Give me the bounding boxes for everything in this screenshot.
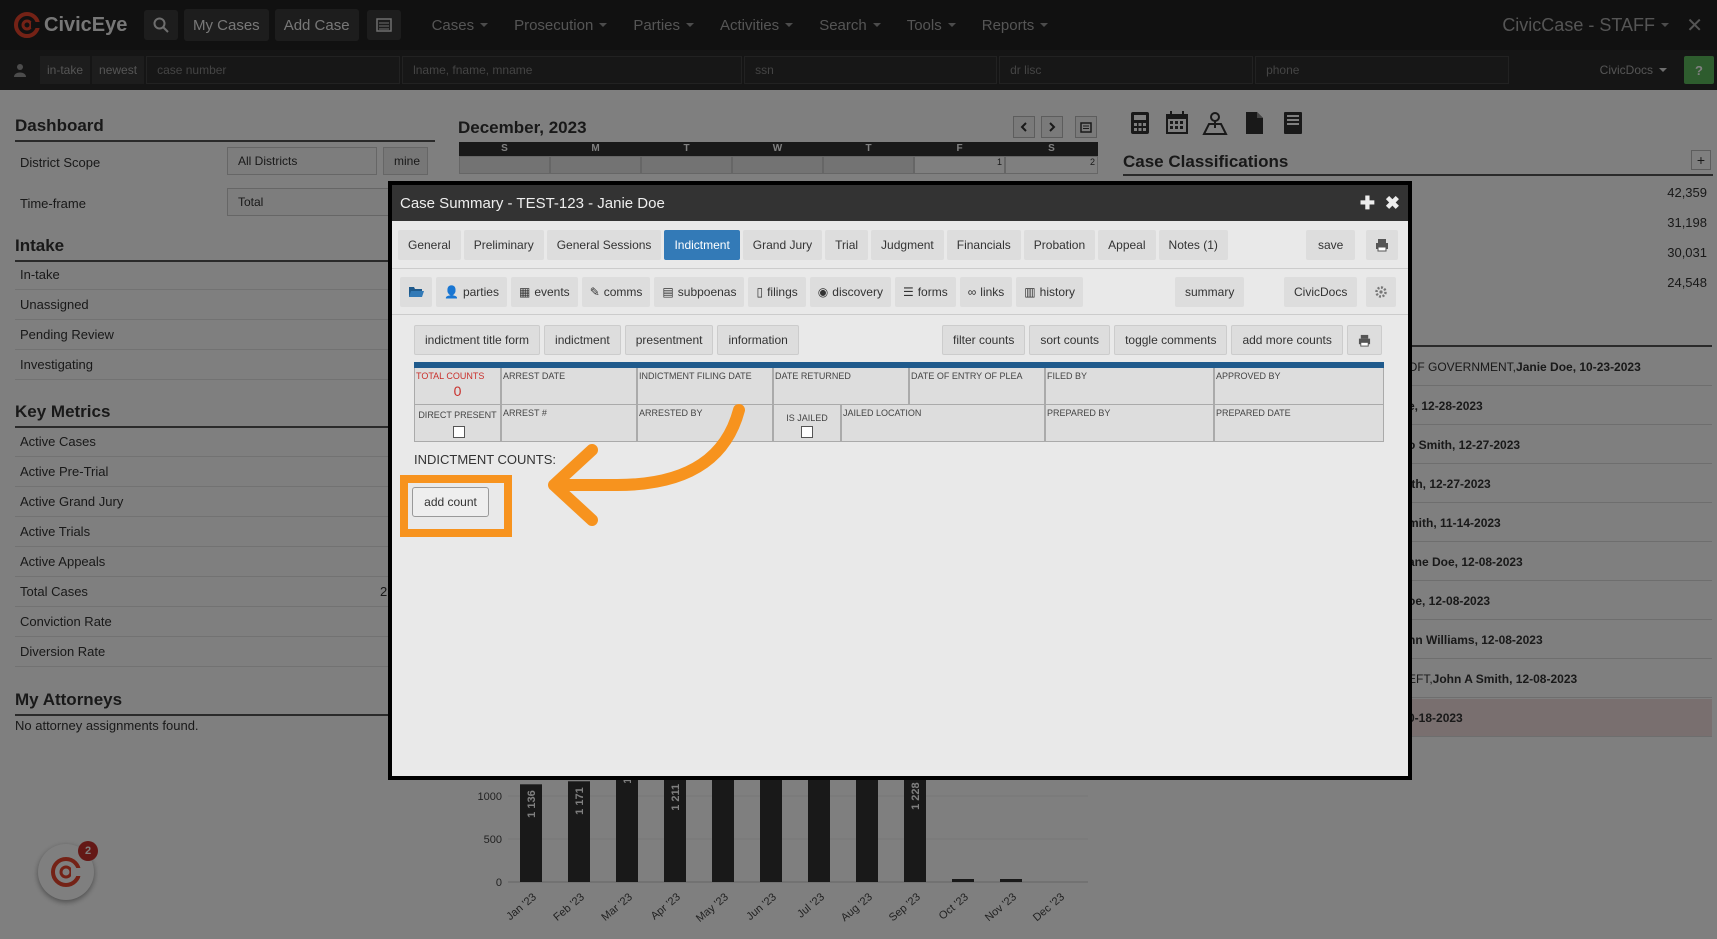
indictment-title-form-button[interactable]: indictment title form	[414, 325, 541, 355]
sort-counts-button[interactable]: sort counts	[1029, 325, 1111, 355]
add-more-counts-button[interactable]: add more counts	[1231, 325, 1343, 355]
total-counts-value: 0	[453, 383, 462, 399]
indictment-counts-label: INDICTMENT COUNTS:	[414, 452, 557, 467]
add-count-button[interactable]: add count	[412, 487, 489, 517]
indictment-button[interactable]: indictment	[544, 325, 621, 355]
subtab-links[interactable]: ∞ links	[959, 276, 1013, 307]
prepared-by-field[interactable]: PREPARED BY	[1045, 405, 1214, 442]
user-icon: 👤	[444, 284, 459, 299]
tab-preliminary[interactable]: Preliminary	[463, 229, 544, 260]
subtab-label: events	[534, 284, 570, 299]
expand-icon[interactable]: ✚	[1360, 193, 1375, 214]
gear-icon	[1375, 286, 1387, 298]
is-jailed-label: IS JAILED	[786, 413, 828, 423]
book-icon: ▥	[1024, 284, 1036, 299]
print-icon	[1358, 334, 1370, 347]
case-tabs: General Preliminary General Sessions Ind…	[392, 221, 1408, 269]
date-of-entry-of-plea-field[interactable]: DATE OF ENTRY OF PLEA	[909, 368, 1045, 405]
civicdocs-button[interactable]: CivicDocs	[1284, 277, 1358, 307]
direct-present-checkbox[interactable]	[453, 426, 465, 438]
file-icon: ▯	[756, 284, 764, 299]
pointer-arrow-icon	[548, 404, 745, 526]
jailed-location-field[interactable]: JAILED LOCATION	[841, 405, 1045, 442]
subtab-label: discovery	[832, 284, 883, 299]
tab-indictment[interactable]: Indictment	[664, 229, 740, 260]
case-summary-modal: Case Summary - TEST-123 - Janie Doe ✚ ✖ …	[388, 181, 1412, 780]
print-button[interactable]	[1366, 230, 1398, 260]
approved-by-field[interactable]: APPROVED BY	[1214, 368, 1384, 405]
tab-general[interactable]: General	[398, 229, 461, 260]
indictment-form-buttons: indictment title form indictment present…	[414, 325, 803, 355]
print-counts-button[interactable]	[1346, 325, 1382, 355]
subtab-label: history	[1039, 284, 1075, 299]
eye-icon: ◉	[817, 284, 829, 299]
subtab-label: links	[980, 284, 1005, 299]
list-icon: ☰	[902, 284, 914, 299]
tab-probation[interactable]: Probation	[1023, 229, 1096, 260]
tab-judgment[interactable]: Judgment	[871, 229, 944, 260]
subtab-events[interactable]: ▦ events	[510, 276, 578, 307]
subtab-label: subpoenas	[677, 284, 737, 299]
subtab-label: parties	[462, 284, 499, 299]
tab-appeal[interactable]: Appeal	[1098, 229, 1156, 260]
modal-title: Case Summary - TEST-123 - Janie Doe	[400, 194, 665, 212]
subtab-discovery[interactable]: ◉ discovery	[809, 276, 891, 307]
prepared-date-field[interactable]: PREPARED DATE	[1214, 405, 1384, 442]
pencil-icon: ✎	[589, 284, 600, 299]
toggle-comments-button[interactable]: toggle comments	[1114, 325, 1228, 355]
information-button[interactable]: information	[717, 325, 799, 355]
calendar-icon: ▦	[518, 284, 531, 299]
date-returned-field[interactable]: DATE RETURNED	[773, 368, 909, 405]
direct-present-label: DIRECT PRESENT	[418, 410, 497, 420]
subtab-comms[interactable]: ✎ comms	[581, 276, 651, 307]
subtab-label: comms	[603, 284, 643, 299]
print-icon	[1376, 239, 1388, 252]
link-icon: ∞	[967, 284, 977, 299]
list-icon: ▤	[662, 284, 674, 299]
is-jailed-checkbox[interactable]	[801, 426, 813, 438]
count-buttons: filter counts sort counts toggle comment…	[942, 325, 1386, 355]
subtab-parties[interactable]: 👤 parties	[436, 276, 507, 307]
subtab-subpoenas[interactable]: ▤ subpoenas	[654, 276, 745, 307]
folder-open-icon	[409, 287, 424, 297]
tab-financials[interactable]: Financials	[946, 229, 1021, 260]
modal-header-controls: ✚ ✖	[1360, 185, 1400, 221]
modal-header: Case Summary - TEST-123 - Janie Doe ✚ ✖	[392, 185, 1408, 221]
presentment-button[interactable]: presentment	[624, 325, 714, 355]
case-subtabs: 👤 parties ▦ events ✎ comms ▤ subpoenas ▯ fili…	[392, 269, 1408, 315]
total-counts-cell: TOTAL COUNTS 0	[414, 368, 501, 405]
tab-grand-jury[interactable]: Grand Jury	[742, 229, 823, 260]
direct-present-cell: DIRECT PRESENT	[414, 405, 501, 442]
total-counts-label: TOTAL COUNTS	[416, 371, 485, 381]
close-icon[interactable]: ✖	[1385, 193, 1400, 214]
subtab-label: filings	[767, 284, 798, 299]
folder-button[interactable]	[400, 276, 432, 307]
tab-general-sessions[interactable]: General Sessions	[546, 229, 662, 260]
save-button[interactable]: save	[1306, 230, 1356, 260]
subtab-label: forms	[917, 284, 948, 299]
subtab-filings[interactable]: ▯ filings	[748, 276, 806, 307]
subtab-forms[interactable]: ☰ forms	[894, 276, 956, 307]
summary-button[interactable]: summary	[1175, 277, 1245, 307]
filter-counts-button[interactable]: filter counts	[942, 325, 1026, 355]
tab-trial[interactable]: Trial	[825, 229, 869, 260]
settings-button[interactable]	[1366, 277, 1396, 307]
filed-by-field[interactable]: FILED BY	[1045, 368, 1214, 405]
is-jailed-cell: IS JAILED	[773, 405, 841, 442]
subtab-history[interactable]: ▥ history	[1016, 276, 1083, 307]
tab-notes[interactable]: Notes (1)	[1158, 229, 1228, 260]
